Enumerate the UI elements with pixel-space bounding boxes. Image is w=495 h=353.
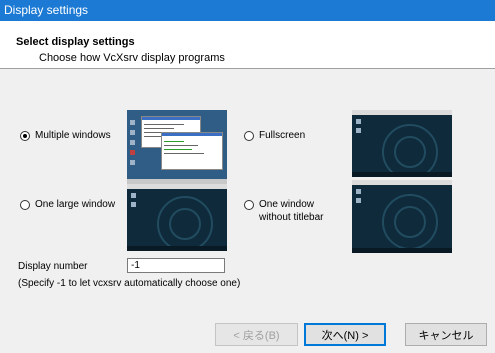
radio-one-window-without-titlebar-indicator[interactable]	[244, 200, 254, 210]
one-large-window-preview-image	[127, 184, 227, 251]
no-titlebar-preview-image	[352, 180, 452, 253]
next-button[interactable]: 次へ(N) >	[304, 323, 386, 346]
radio-one-large-window-label: One large window	[35, 199, 116, 210]
window-title: Display settings	[4, 3, 89, 17]
radio-one-large-window[interactable]: One large window	[20, 198, 115, 211]
header-subtitle: Choose how VcXsrv display programs	[39, 52, 225, 64]
display-number-label: Display number	[18, 261, 88, 272]
display-number-hint: (Specify -1 to let vcxsrv automatically …	[18, 278, 241, 289]
radio-multiple-windows[interactable]: Multiple windows	[20, 129, 111, 142]
radio-fullscreen[interactable]: Fullscreen	[244, 129, 305, 142]
radio-multiple-windows-indicator[interactable]	[20, 131, 30, 141]
radio-fullscreen-indicator[interactable]	[244, 131, 254, 141]
back-button[interactable]: < 戻る(B)	[215, 323, 298, 346]
radio-multiple-windows-label: Multiple windows	[35, 130, 111, 141]
radio-one-window-without-titlebar[interactable]: One window without titlebar	[244, 198, 323, 224]
header-title: Select display settings	[16, 36, 135, 48]
display-number-input[interactable]	[127, 258, 225, 273]
fullscreen-preview-image	[352, 110, 452, 177]
wizard-header: Select display settings Choose how VcXsr…	[0, 21, 495, 69]
multiple-windows-preview-image	[127, 110, 227, 184]
radio-one-large-window-indicator[interactable]	[20, 200, 30, 210]
radio-one-window-without-titlebar-label: One window without titlebar	[259, 199, 324, 223]
cancel-button[interactable]: キャンセル	[405, 323, 487, 346]
title-bar[interactable]: Display settings	[0, 0, 495, 21]
radio-fullscreen-label: Fullscreen	[259, 130, 306, 141]
